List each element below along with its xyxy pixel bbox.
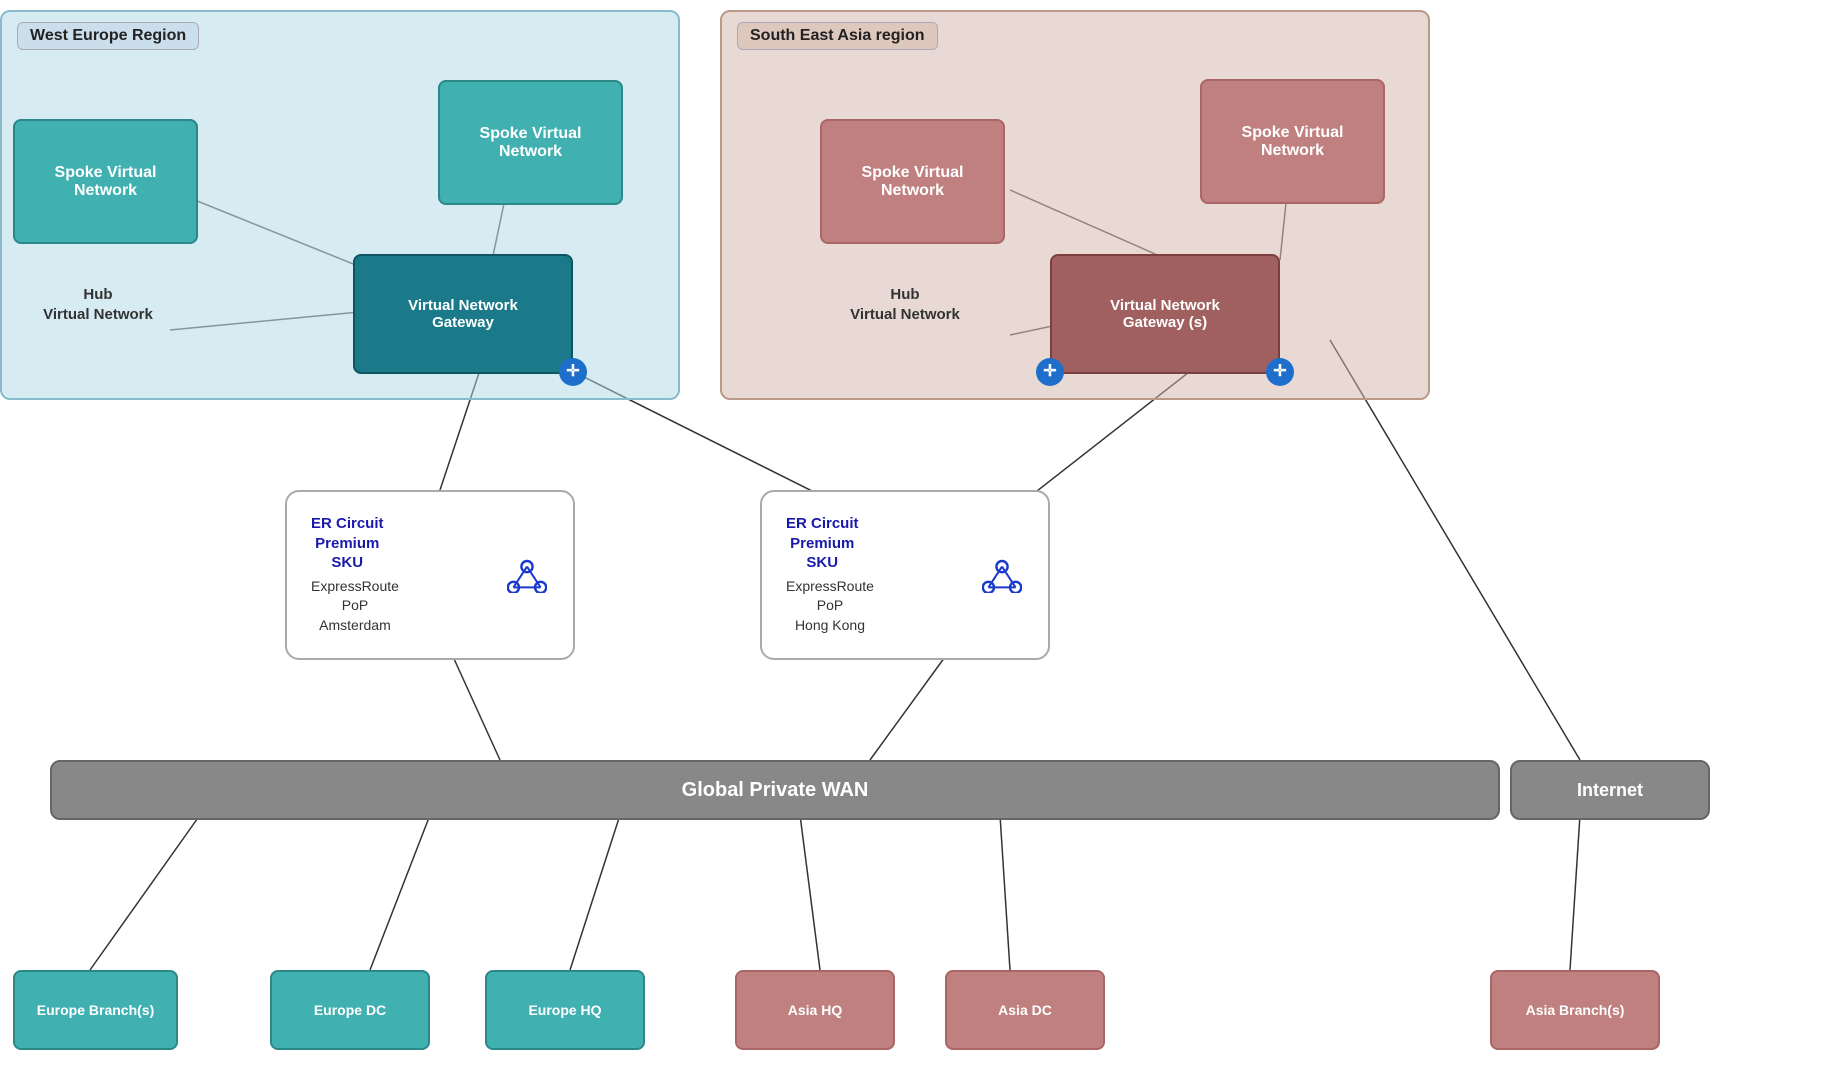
region-west-label: West Europe Region: [17, 22, 199, 50]
network-diagram: West Europe Region South East Asia regio…: [0, 0, 1827, 1086]
er-amsterdam-pop: ExpressRoute PoP Amsterdam: [311, 577, 399, 636]
europe-dc: Europe DC: [270, 970, 430, 1050]
internet: Internet: [1510, 760, 1710, 820]
er-hk-title: ER Circuit Premium SKU: [786, 514, 859, 573]
er-hk-pop: ExpressRoute PoP Hong Kong: [786, 577, 874, 636]
europe-branches: Europe Branch(s): [13, 970, 178, 1050]
hub-vnet-sea: Hub Virtual Network: [825, 285, 985, 324]
gateway-west-icon: ✛: [559, 358, 587, 386]
er-circuit-amsterdam: ER Circuit Premium SKU ExpressRoute PoP …: [285, 490, 575, 660]
global-wan: Global Private WAN: [50, 760, 1500, 820]
asia-branches: Asia Branch(s): [1490, 970, 1660, 1050]
gateway-west: Virtual Network Gateway ✛: [353, 254, 573, 374]
spoke-vnet-sea-left: Spoke Virtual Network: [820, 119, 1005, 244]
er-amsterdam-triangle-icon: [507, 557, 547, 593]
gateway-sea-icon-left: ✛: [1036, 358, 1064, 386]
spoke-vnet-west-left: Spoke Virtual Network: [13, 119, 198, 244]
gateway-sea: Virtual Network Gateway (s) ✛ ✛: [1050, 254, 1280, 374]
er-hk-triangle-icon: [982, 557, 1022, 593]
spoke-vnet-west-right: Spoke Virtual Network: [438, 80, 623, 205]
gateway-sea-icon-right: ✛: [1266, 358, 1294, 386]
region-sea-label: South East Asia region: [737, 22, 938, 50]
asia-hq: Asia HQ: [735, 970, 895, 1050]
spoke-vnet-sea-right: Spoke Virtual Network: [1200, 79, 1385, 204]
er-amsterdam-title: ER Circuit Premium SKU: [311, 514, 384, 573]
er-circuit-hk: ER Circuit Premium SKU ExpressRoute PoP …: [760, 490, 1050, 660]
asia-dc: Asia DC: [945, 970, 1105, 1050]
europe-hq: Europe HQ: [485, 970, 645, 1050]
hub-vnet-west: Hub Virtual Network: [18, 285, 178, 324]
